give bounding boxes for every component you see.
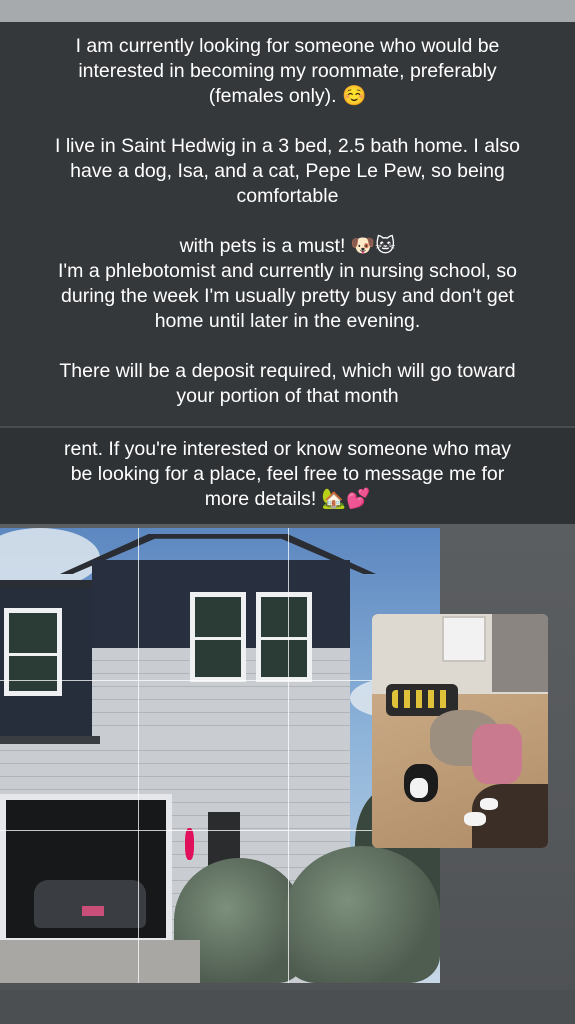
window-left bbox=[4, 608, 62, 696]
pet-bed-pattern bbox=[392, 690, 452, 708]
license-plate bbox=[82, 906, 104, 916]
dog-sweater bbox=[472, 724, 522, 784]
caption-text-block-continued: rent. If you're interested or know someo… bbox=[0, 428, 575, 524]
slipper bbox=[480, 798, 498, 810]
stairs bbox=[492, 614, 548, 692]
bush bbox=[285, 846, 440, 983]
grid-line bbox=[138, 528, 139, 983]
driveway bbox=[0, 940, 200, 983]
caption-paragraph-2: rent. If you're interested or know someo… bbox=[63, 438, 512, 510]
pink-decoration bbox=[185, 828, 194, 860]
ledge bbox=[0, 736, 100, 744]
pets-photo[interactable] bbox=[372, 614, 548, 848]
top-status-strip bbox=[0, 0, 575, 22]
slipper bbox=[464, 812, 486, 826]
grid-line bbox=[288, 528, 289, 983]
caption-text-block: I am currently looking for someone who w… bbox=[0, 22, 575, 426]
room-window bbox=[442, 616, 486, 662]
left-eave bbox=[0, 580, 92, 588]
car bbox=[34, 880, 146, 928]
cat-white-patch bbox=[410, 778, 428, 798]
bottom-area bbox=[0, 990, 575, 1024]
window-upper-1 bbox=[190, 592, 246, 682]
window-upper-2 bbox=[256, 592, 312, 682]
caption-paragraph-1: I am currently looking for someone who w… bbox=[54, 35, 521, 407]
